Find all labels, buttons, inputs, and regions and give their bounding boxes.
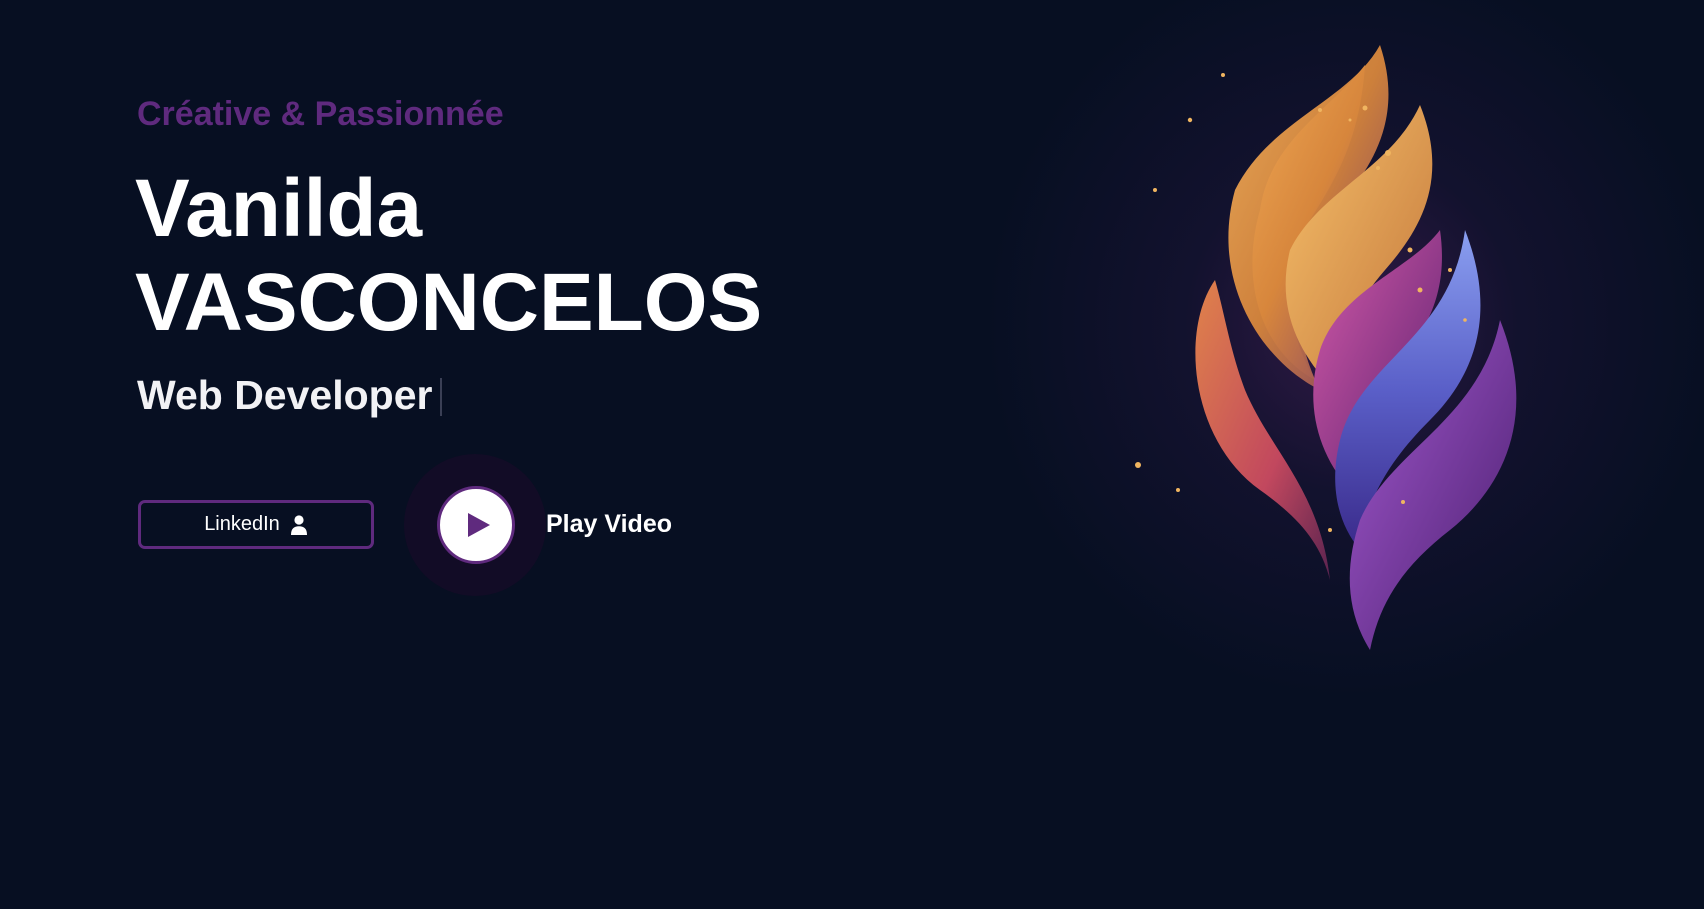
typing-cursor bbox=[440, 378, 442, 416]
user-icon bbox=[290, 514, 307, 535]
linkedin-button-label: LinkedIn bbox=[204, 513, 280, 535]
hero-role: Web Developer bbox=[137, 372, 433, 418]
hero-first-name: Vanilda bbox=[135, 163, 423, 254]
hero-last-name: VASCONCELOS bbox=[135, 257, 763, 348]
play-video-label[interactable]: Play Video bbox=[546, 510, 672, 539]
hero-tagline: Créative & Passionnée bbox=[137, 95, 504, 133]
play-icon bbox=[468, 513, 490, 537]
linkedin-button[interactable]: LinkedIn bbox=[138, 500, 374, 549]
flame-illustration bbox=[1135, 45, 1517, 650]
play-video-button[interactable] bbox=[437, 486, 515, 564]
